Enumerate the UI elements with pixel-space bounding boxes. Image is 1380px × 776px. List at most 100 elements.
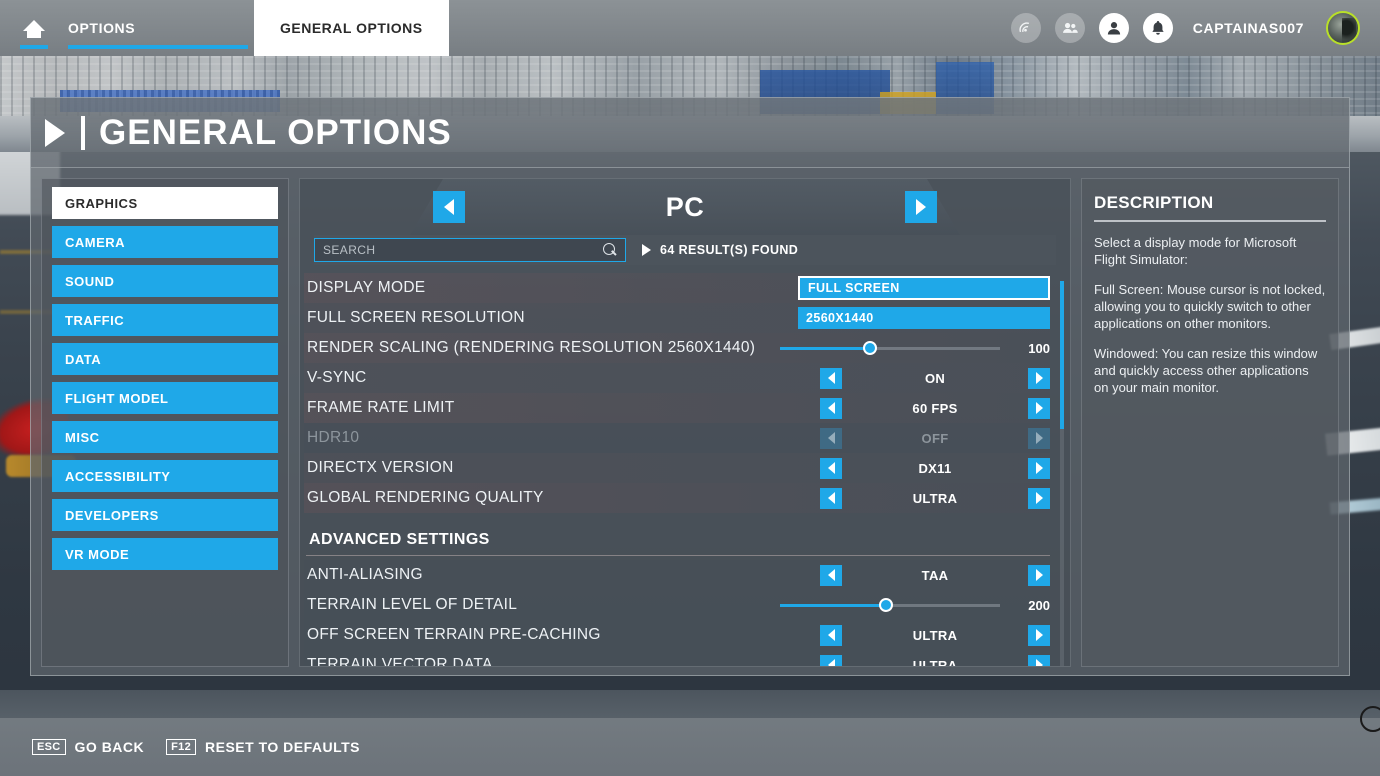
setting-value: OFF [921, 430, 949, 446]
setting-control[interactable]: 2560X1440 [798, 307, 1050, 329]
settings-column: PC 64 RESULT(S) FOUND DISPLAY MODE FULL … [299, 178, 1071, 667]
sidebar-item-developers[interactable]: DEVELOPERS [52, 499, 278, 531]
table-row[interactable]: GLOBAL RENDERING QUALITY ULTRA [304, 483, 1050, 513]
profile-icon[interactable] [1098, 13, 1129, 43]
search-input[interactable] [323, 243, 603, 257]
chevron-left-icon [827, 569, 835, 581]
setting-label: OFF SCREEN TERRAIN PRE-CACHING [307, 626, 601, 643]
sidebar-item-sound[interactable]: SOUND [52, 265, 278, 297]
table-row[interactable]: TERRAIN LEVEL OF DETAIL 200 [304, 590, 1050, 620]
chevron-left-icon [827, 432, 835, 444]
table-row[interactable]: DIRECTX VERSION DX11 [304, 453, 1050, 483]
tab-general-options[interactable]: GENERAL OPTIONS [254, 0, 449, 56]
setting-control[interactable]: TAA [820, 564, 1050, 586]
scrollbar-thumb[interactable] [1060, 281, 1064, 429]
sidebar-item-graphics[interactable]: GRAPHICS [52, 187, 278, 219]
setting-control[interactable]: 200 [780, 595, 1050, 616]
table-row[interactable]: DISPLAY MODE FULL SCREEN [304, 273, 1050, 303]
home-active-underline [20, 45, 48, 49]
settings-scrollbar[interactable] [1060, 281, 1064, 666]
setting-value: 60 FPS [912, 400, 958, 416]
avatar[interactable] [1326, 11, 1360, 45]
decrement-button[interactable] [820, 564, 842, 586]
search-box[interactable] [314, 238, 626, 262]
platform-title: PC [665, 191, 705, 222]
increment-button[interactable] [1028, 654, 1050, 666]
sidebar-item-vr-mode[interactable]: VR MODE [52, 538, 278, 570]
sidebar-item-label: CAMERA [65, 234, 126, 250]
setting-value[interactable]: 2560X1440 [798, 307, 1050, 329]
chevron-right-icon [1035, 629, 1043, 641]
increment-button[interactable] [1028, 457, 1050, 479]
setting-value: ON [924, 370, 946, 386]
setting-control[interactable]: 60 FPS [820, 397, 1050, 419]
section-header: ADVANCED SETTINGS [304, 515, 1050, 549]
increment-button[interactable] [1028, 564, 1050, 586]
table-row: HDR10 OFF [304, 423, 1050, 453]
key-esc: ESC [32, 739, 66, 755]
sidebar-item-traffic[interactable]: TRAFFIC [52, 304, 278, 336]
results-count-label: 64 RESULT(S) FOUND [660, 243, 799, 257]
home-button[interactable] [0, 0, 68, 56]
increment-button[interactable] [1028, 487, 1050, 509]
render-scaling-slider[interactable] [780, 338, 1000, 359]
setting-value: ULTRA [912, 657, 958, 667]
sidebar-item-camera[interactable]: CAMERA [52, 226, 278, 258]
table-row[interactable]: V-SYNC ON [304, 363, 1050, 393]
sidebar-item-flight-model[interactable]: FLIGHT MODEL [52, 382, 278, 414]
sidebar-item-label: MISC [65, 429, 100, 445]
setting-control[interactable]: DX11 [820, 457, 1050, 479]
table-row[interactable]: ANTI-ALIASING TAA [304, 560, 1050, 590]
next-platform-button[interactable] [905, 191, 937, 223]
signal-icon[interactable] [1010, 13, 1041, 43]
reset-defaults-action[interactable]: F12 RESET TO DEFAULTS [166, 739, 360, 755]
setting-control: OFF [820, 427, 1050, 449]
decrement-button[interactable] [820, 457, 842, 479]
search-icon [603, 243, 617, 257]
go-back-action[interactable]: ESC GO BACK [32, 739, 144, 755]
setting-control[interactable]: ULTRA [820, 654, 1050, 667]
sidebar-item-misc[interactable]: MISC [52, 421, 278, 453]
chevron-left-icon [827, 402, 835, 414]
setting-label: GLOBAL RENDERING QUALITY [307, 489, 544, 506]
table-row[interactable]: RENDER SCALING (RENDERING RESOLUTION 256… [304, 333, 1050, 363]
table-row[interactable]: OFF SCREEN TERRAIN PRE-CACHING ULTRA [304, 620, 1050, 650]
chevron-left-icon [827, 629, 835, 641]
tab-options[interactable]: OPTIONS [68, 0, 248, 56]
username-label: CAPTAINAS007 [1192, 20, 1304, 36]
terrain-lod-slider[interactable] [780, 595, 1000, 616]
setting-control[interactable]: ULTRA [820, 624, 1050, 646]
increment-button[interactable] [1028, 624, 1050, 646]
setting-label: HDR10 [307, 429, 360, 446]
sidebar-item-label: FLIGHT MODEL [65, 390, 169, 406]
slider-handle[interactable] [878, 598, 893, 612]
friends-icon[interactable] [1054, 13, 1085, 43]
slider-handle[interactable] [863, 341, 878, 355]
sidebar-item-label: TRAFFIC [65, 312, 125, 328]
decrement-button[interactable] [820, 654, 842, 666]
setting-control[interactable]: FULL SCREEN [798, 276, 1050, 300]
table-row[interactable]: FULL SCREEN RESOLUTION 2560X1440 [304, 303, 1050, 333]
chevron-right-icon [1035, 372, 1043, 384]
bell-icon[interactable] [1142, 13, 1173, 43]
decrement-button[interactable] [820, 367, 842, 389]
decrement-button[interactable] [820, 624, 842, 646]
setting-value[interactable]: FULL SCREEN [798, 276, 1050, 300]
increment-button[interactable] [1028, 397, 1050, 419]
setting-control[interactable]: 100 [780, 338, 1050, 359]
setting-label: V-SYNC [307, 369, 367, 386]
sidebar-item-label: ACCESSIBILITY [65, 468, 171, 484]
setting-control[interactable]: ON [820, 367, 1050, 389]
table-row[interactable]: FRAME RATE LIMIT 60 FPS [304, 393, 1050, 423]
previous-platform-button[interactable] [433, 191, 465, 223]
chevron-right-icon [1035, 659, 1043, 666]
table-row[interactable]: TERRAIN VECTOR DATA ULTRA [304, 650, 1050, 666]
decrement-button[interactable] [820, 397, 842, 419]
setting-control[interactable]: ULTRA [820, 487, 1050, 509]
top-navigation-bar: OPTIONS GENERAL OPTIONS CAPTAINAS007 [0, 0, 1380, 56]
increment-button[interactable] [1028, 367, 1050, 389]
sidebar-item-data[interactable]: DATA [52, 343, 278, 375]
setting-value: ULTRA [912, 627, 958, 643]
decrement-button[interactable] [820, 487, 842, 509]
sidebar-item-accessibility[interactable]: ACCESSIBILITY [52, 460, 278, 492]
